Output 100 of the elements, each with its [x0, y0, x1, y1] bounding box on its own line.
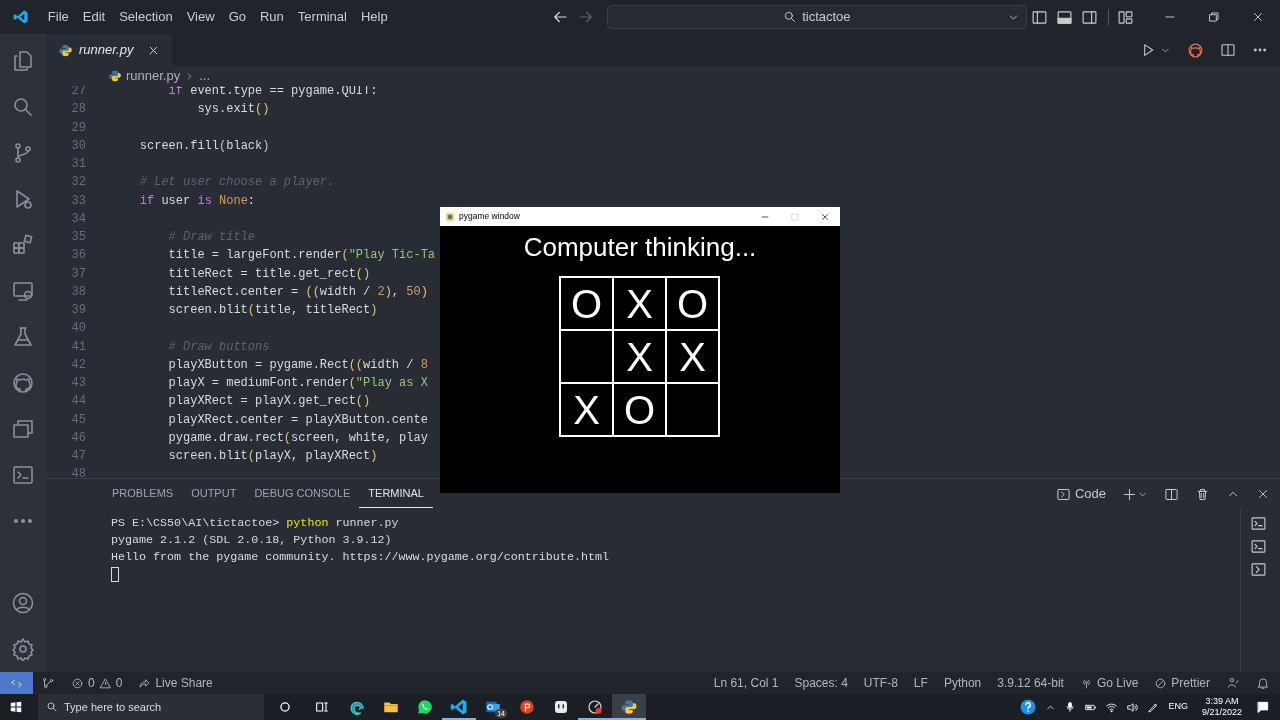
restore-icon[interactable] — [1207, 10, 1221, 24]
remote-explorer-icon[interactable] — [11, 279, 35, 303]
panel-tab[interactable]: TERMINAL — [359, 480, 433, 508]
menu-item[interactable]: Edit — [75, 7, 113, 27]
menu-item[interactable]: View — [179, 7, 222, 27]
maximize-icon — [790, 211, 800, 222]
terminal-line: pygame 2.1.2 (SDL 2.0.18, Python 3.9.12) — [111, 532, 393, 549]
task-view-icon[interactable] — [314, 699, 330, 715]
editor-tab[interactable]: runner.py — [46, 34, 173, 66]
windows-stack-icon[interactable] — [11, 417, 35, 441]
code-line: playXRect = playX.get_rect() — [167, 393, 371, 411]
go-live-link[interactable]: Go Live — [1096, 674, 1139, 692]
flask-icon[interactable] — [11, 325, 35, 349]
start-icon[interactable] — [9, 700, 23, 714]
plus-icon[interactable] — [1122, 486, 1137, 502]
error-count[interactable]: 0 — [88, 674, 95, 692]
search-field[interactable]: Type here to search — [38, 694, 264, 720]
circle-slash-icon[interactable] — [1154, 676, 1168, 690]
clock-date[interactable]: 9/21/2022 — [1201, 707, 1242, 718]
code-line: sys.exit() — [196, 101, 270, 119]
cat-face-icon[interactable] — [11, 371, 35, 395]
taskbar-app[interactable] — [612, 694, 646, 720]
menu-item[interactable]: File — [40, 7, 76, 27]
help-icon[interactable] — [1019, 698, 1038, 716]
line-number: 44 — [70, 393, 86, 411]
cat-face-icon[interactable] — [1187, 41, 1204, 59]
close-icon[interactable] — [1256, 487, 1270, 501]
split-terminal-icon[interactable] — [1164, 486, 1179, 502]
line-number: 41 — [70, 338, 86, 356]
board-cell[interactable] — [665, 382, 720, 437]
menu-item[interactable]: Help — [353, 7, 395, 27]
line-number: 42 — [70, 356, 86, 374]
code-line: if user is None: — [138, 192, 256, 210]
language-indicator[interactable]: ENG — [1168, 700, 1188, 714]
breadcrumb-item[interactable]: runner.py — [126, 66, 181, 86]
sidebar-toggle-icon[interactable] — [1031, 8, 1048, 26]
code-line: playX = mediumFont.render("Play as X — [167, 375, 428, 392]
status-item[interactable]: Spaces: 4 — [786, 674, 856, 692]
code-line: playXButton = pygame.Rect((width / 8 — [167, 356, 428, 374]
panel-tab[interactable]: OUTPUT — [182, 480, 246, 508]
volume-icon[interactable] — [1126, 700, 1140, 714]
bell-icon[interactable] — [1256, 676, 1270, 690]
gauge-icon — [586, 698, 604, 716]
wifi-icon[interactable] — [1105, 700, 1119, 714]
code-line: titleRect = title.get_rect() — [167, 265, 371, 283]
workspace-name: tictactoe — [802, 8, 851, 27]
line-number: 38 — [70, 283, 86, 301]
microphone-icon[interactable] — [1064, 701, 1077, 713]
board-cell[interactable]: O — [559, 276, 614, 331]
status-item[interactable]: Python — [935, 674, 990, 692]
search-icon[interactable] — [11, 95, 35, 119]
menu-item[interactable]: Run — [253, 7, 291, 27]
warning-count[interactable]: 0 — [115, 674, 123, 692]
line-number: 39 — [70, 302, 86, 319]
layout-icon[interactable] — [1117, 8, 1134, 26]
extensions-icon[interactable] — [11, 233, 35, 257]
settings-icon[interactable] — [11, 637, 35, 661]
breadcrumb-item[interactable]: ... — [199, 66, 211, 86]
error-icon[interactable] — [71, 676, 84, 690]
terminal-name[interactable]: Code — [1074, 484, 1106, 504]
status-item[interactable]: 3.9.12 64-bit — [989, 674, 1072, 692]
menu-item[interactable]: Selection — [112, 7, 180, 27]
line-number: 33 — [70, 192, 86, 210]
terminal-icon[interactable] — [11, 463, 35, 487]
terminal-icon[interactable] — [1250, 538, 1267, 555]
board-cell[interactable]: X — [559, 382, 614, 437]
menu-item[interactable]: Terminal — [290, 7, 354, 27]
clock-time[interactable]: 3:39 AM — [1201, 696, 1242, 707]
board-cell[interactable]: O — [665, 276, 720, 331]
status-item[interactable]: UTF-8 — [855, 674, 906, 692]
feedback-icon[interactable] — [1226, 676, 1240, 690]
account-icon[interactable] — [11, 591, 35, 615]
panel-tab[interactable]: DEBUG CONSOLE — [245, 480, 360, 508]
command-center[interactable]: tictactoe — [606, 5, 1027, 29]
panel-tab[interactable]: PROBLEMS — [103, 480, 183, 508]
split-editor-icon[interactable] — [1220, 42, 1236, 58]
live-share-link[interactable]: Live Share — [155, 674, 213, 692]
menu-item[interactable]: Go — [221, 7, 253, 27]
code-line: titleRect.center = ((width / 2), 50) — [167, 283, 428, 301]
trash-icon[interactable] — [1195, 486, 1210, 502]
terminal-icon[interactable] — [1250, 561, 1267, 578]
terminal-icon[interactable] — [1250, 515, 1267, 532]
files-icon[interactable] — [11, 49, 35, 73]
window-title: pygame window — [459, 210, 520, 223]
warning-icon[interactable] — [98, 676, 112, 690]
line-number: 28 — [70, 101, 86, 119]
nodes-icon[interactable] — [41, 676, 55, 690]
status-item[interactable]: LF — [905, 674, 936, 692]
code-line: pygame.draw.rect(screen, white, play — [167, 429, 428, 447]
sidebar-toggle-icon[interactable] — [1081, 8, 1098, 26]
circle-icon[interactable] — [278, 700, 292, 714]
code-line: screen.fill(black) — [138, 137, 270, 155]
close-icon[interactable] — [1251, 10, 1265, 24]
line-number: 30 — [70, 137, 86, 155]
status-item[interactable]: Ln 61, Col 1 — [705, 674, 787, 692]
share-arrow-icon[interactable] — [138, 676, 152, 690]
prettier-link[interactable]: Prettier — [1171, 674, 1210, 692]
line-number: 27 — [70, 86, 86, 100]
panel-toggle-icon[interactable] — [1056, 8, 1073, 26]
notification-icon[interactable] — [1256, 700, 1270, 714]
